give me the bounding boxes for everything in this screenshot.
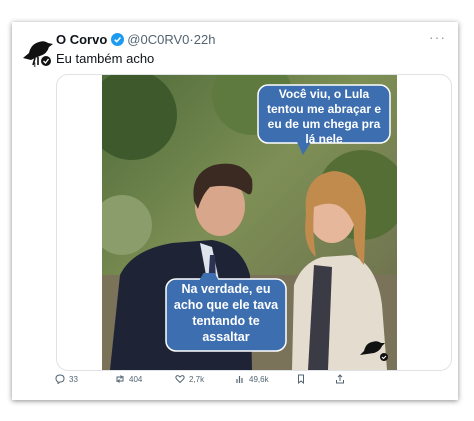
reply-button[interactable]: 33 xyxy=(55,374,78,384)
speech-bubble-bottom: Na verdade, eu acho que ele tava tentand… xyxy=(165,273,287,353)
share-button[interactable] xyxy=(335,374,345,384)
views-chart-icon xyxy=(236,376,243,383)
like-count: 2,7k xyxy=(189,374,205,384)
tweet-timestamp[interactable]: 22h xyxy=(194,32,216,47)
speech-bubble-top: Você viu, o Lula tentou me abraçar e eu … xyxy=(257,84,391,155)
reply-count: 33 xyxy=(69,374,78,384)
reply-icon xyxy=(55,374,65,384)
verified-badge-icon xyxy=(111,33,125,46)
svg-text:I: I xyxy=(34,63,36,68)
author-handle[interactable]: @0C0RV0 xyxy=(127,32,189,47)
heart-icon xyxy=(175,375,185,384)
tweet-card[interactable]: I O Corvo @0C0RV0 · 22h ··· Eu também ac… xyxy=(12,22,458,400)
tweet-actions: 33 404 2,7k 49,6k xyxy=(55,374,355,390)
bookmark-button[interactable] xyxy=(296,374,306,384)
tweet-media[interactable]: Você viu, o Lula tentou me abraçar e eu … xyxy=(56,74,452,371)
speech-bubble-bottom-text: Na verdade, eu acho que ele tava tentand… xyxy=(173,282,279,344)
retweet-icon xyxy=(116,375,124,383)
views-count: 49,6k xyxy=(249,374,269,384)
like-button[interactable]: 2,7k xyxy=(175,374,204,384)
retweet-count: 404 xyxy=(129,374,143,384)
author-avatar[interactable]: I xyxy=(20,34,54,68)
author-name[interactable]: O Corvo xyxy=(56,32,107,47)
share-icon xyxy=(336,374,344,384)
more-options-icon[interactable]: ··· xyxy=(429,29,446,45)
retweet-button[interactable]: 404 xyxy=(115,374,142,384)
views-button[interactable]: 49,6k xyxy=(235,374,269,384)
bookmark-icon xyxy=(298,374,304,384)
tweet-text: Eu também acho xyxy=(56,51,155,66)
speech-bubble-top-text: Você viu, o Lula tentou me abraçar e eu … xyxy=(266,87,382,146)
